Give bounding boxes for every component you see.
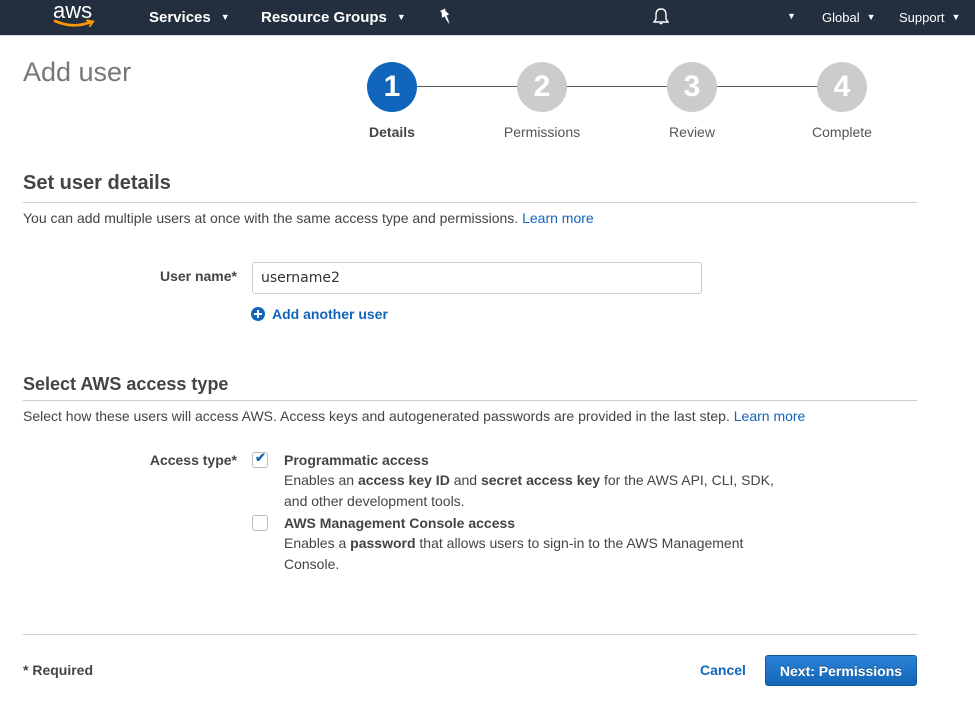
aws-logo[interactable]: aws: [53, 0, 97, 34]
step-3-circle: 3: [667, 62, 717, 112]
chevron-down-icon: ▼: [951, 11, 961, 22]
learn-more-link[interactable]: Learn more: [522, 210, 594, 226]
support-menu[interactable]: Support ▼: [899, 0, 960, 34]
console-access-title: AWS Management Console access: [284, 515, 516, 531]
step-1-circle: 1: [367, 62, 417, 112]
programmatic-access-checkbox[interactable]: ✔: [252, 450, 268, 468]
step-1-label: Details: [369, 124, 415, 140]
region-label: Global: [822, 9, 860, 25]
plus-circle-icon: [251, 307, 265, 321]
console-access-checkbox[interactable]: [252, 515, 268, 531]
learn-more-link[interactable]: Learn more: [734, 408, 806, 424]
chevron-down-icon: ▼: [866, 11, 876, 22]
user-details-heading: Set user details: [23, 172, 171, 194]
cancel-button[interactable]: Cancel: [700, 662, 746, 678]
bell-icon[interactable]: [651, 7, 671, 27]
support-label: Support: [899, 9, 945, 25]
access-type-label: Access type*: [149, 452, 237, 468]
divider: [23, 202, 917, 203]
top-nav-bar: aws Services ▼ Resource Groups ▼ ▼ Globa…: [0, 0, 975, 36]
chevron-down-icon: ▼: [396, 11, 406, 22]
step-4-circle: 4: [817, 62, 867, 112]
step-connector: [567, 86, 667, 87]
desc-bold: access key ID: [357, 472, 450, 488]
console-access-description: Enables a password that allows users to …: [284, 533, 754, 575]
desc-text: Enables an: [284, 472, 358, 488]
description-text: Select how these users will access AWS. …: [23, 408, 730, 424]
services-menu[interactable]: Services ▼: [149, 0, 230, 34]
services-label: Services: [149, 8, 211, 26]
add-another-user-label: Add another user: [272, 306, 388, 322]
step-4-label: Complete: [812, 124, 872, 140]
account-menu-caret[interactable]: ▼: [787, 0, 796, 34]
aws-smile-icon: [53, 19, 95, 27]
desc-bold: password: [350, 535, 416, 551]
divider: [23, 400, 917, 401]
description-text: You can add multiple users at once with …: [23, 210, 519, 226]
footer-divider: [23, 634, 917, 635]
step-connector: [417, 86, 517, 87]
chevron-down-icon: ▼: [220, 11, 230, 22]
step-3-label: Review: [669, 124, 715, 140]
pin-icon[interactable]: [438, 8, 454, 26]
next-permissions-button[interactable]: Next: Permissions: [765, 655, 917, 686]
programmatic-access-title: Programmatic access: [284, 452, 429, 468]
checkmark-icon: ✔: [255, 450, 266, 465]
page-title: Add user: [23, 57, 132, 87]
programmatic-access-description: Enables an access key ID and secret acce…: [284, 470, 784, 512]
desc-text: Enables a: [284, 535, 351, 551]
username-label: User name*: [159, 268, 237, 284]
required-note: * Required: [23, 662, 94, 678]
desc-text: and: [449, 472, 481, 488]
resource-groups-menu[interactable]: Resource Groups ▼: [261, 0, 406, 34]
resource-groups-label: Resource Groups: [261, 8, 387, 26]
add-another-user-link[interactable]: Add another user: [251, 306, 388, 322]
user-details-description: You can add multiple users at once with …: [23, 210, 594, 226]
step-2-circle: 2: [517, 62, 567, 112]
username-input[interactable]: [252, 262, 702, 294]
access-type-heading: Select AWS access type: [23, 374, 229, 394]
desc-bold: secret access key: [480, 472, 601, 488]
step-2-label: Permissions: [503, 124, 581, 140]
access-type-description: Select how these users will access AWS. …: [23, 408, 805, 424]
step-connector: [717, 86, 817, 87]
region-menu[interactable]: Global ▼: [822, 0, 876, 34]
